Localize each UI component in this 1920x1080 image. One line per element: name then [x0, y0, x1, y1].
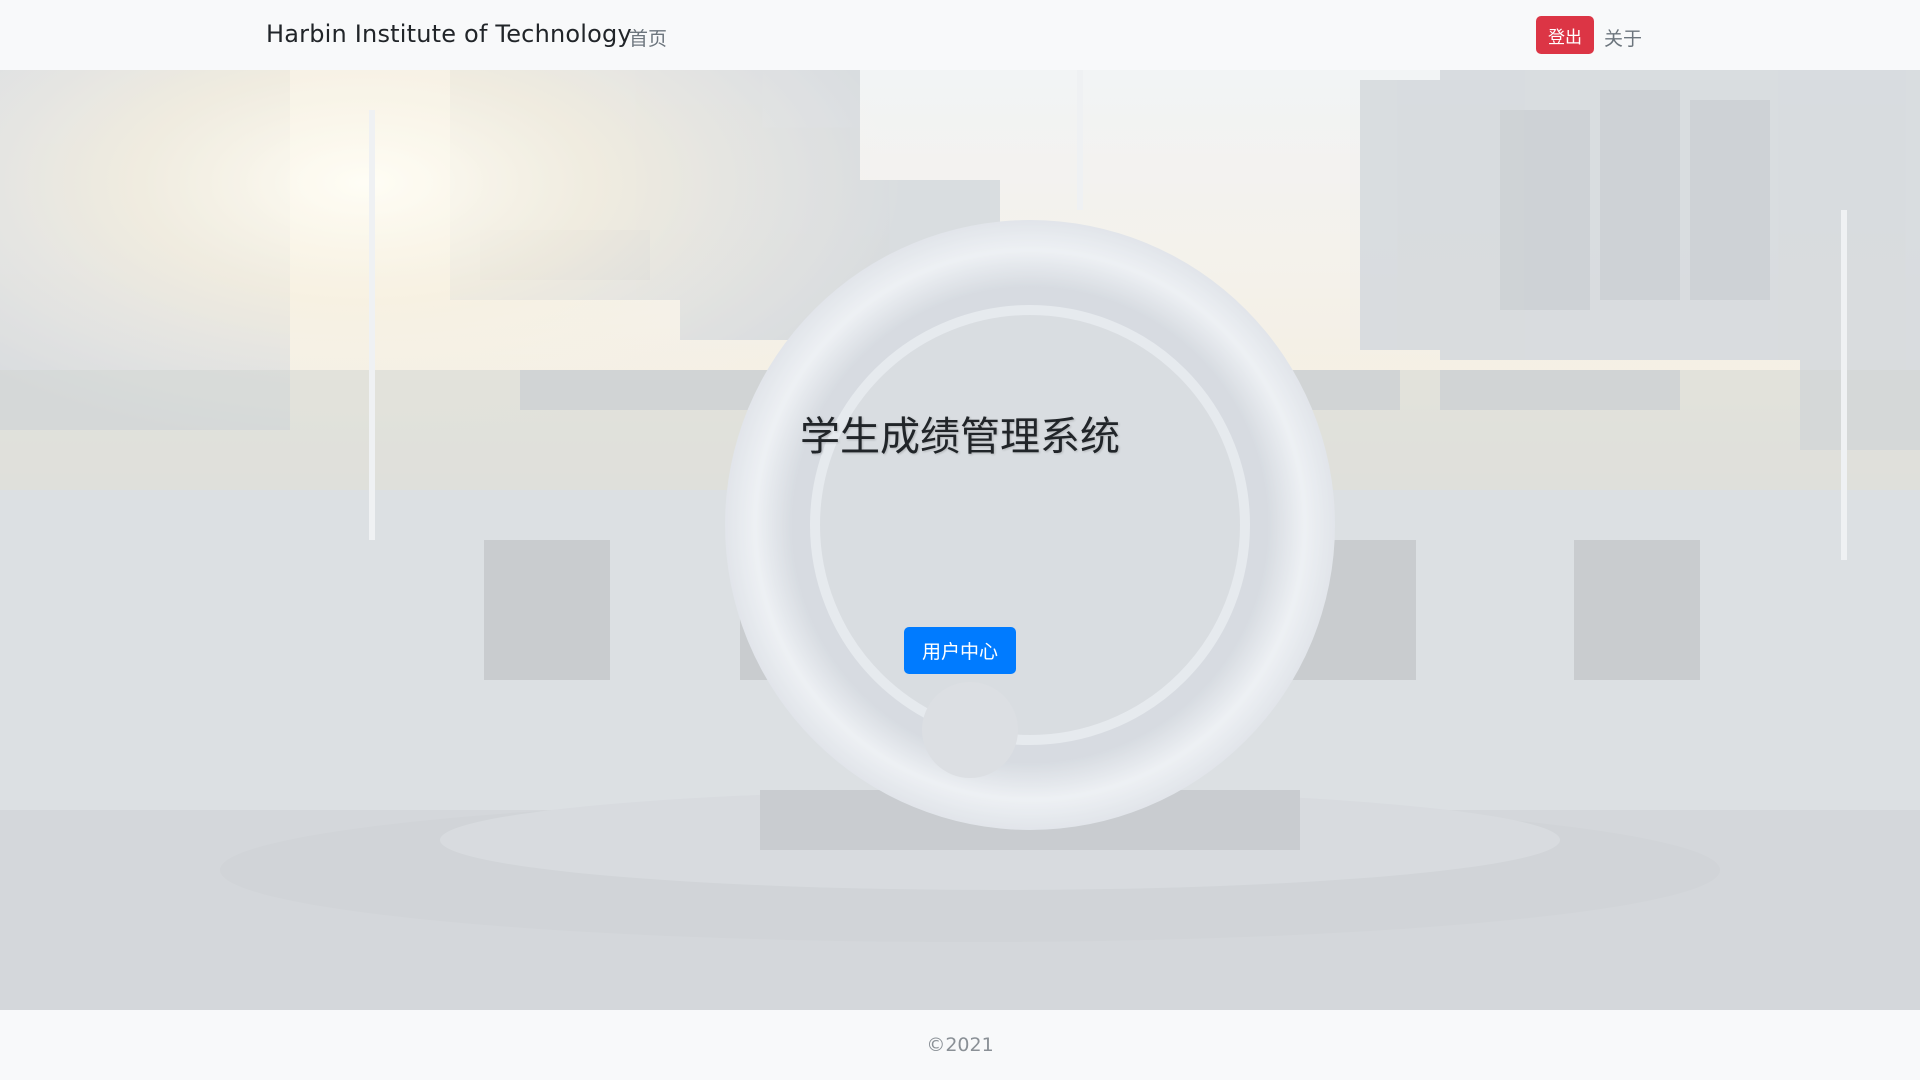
- hero-banner: 学生成绩管理系统 用户中心: [0, 70, 1920, 1010]
- top-navbar: Harbin Institute of Technology 首页 登出 关于: [0, 0, 1920, 70]
- campus-background-image: [0, 70, 1920, 1010]
- logout-button[interactable]: 登出: [1536, 16, 1594, 54]
- page-footer: ©2021: [0, 1010, 1920, 1080]
- system-title: 学生成绩管理系统: [800, 414, 1120, 460]
- nav-about-link[interactable]: 关于: [1604, 24, 1642, 51]
- nav-home-link[interactable]: 首页: [629, 24, 667, 51]
- brand-link[interactable]: Harbin Institute of Technology: [266, 20, 632, 48]
- copyright-text: ©2021: [926, 1034, 994, 1056]
- user-center-button[interactable]: 用户中心: [904, 627, 1016, 674]
